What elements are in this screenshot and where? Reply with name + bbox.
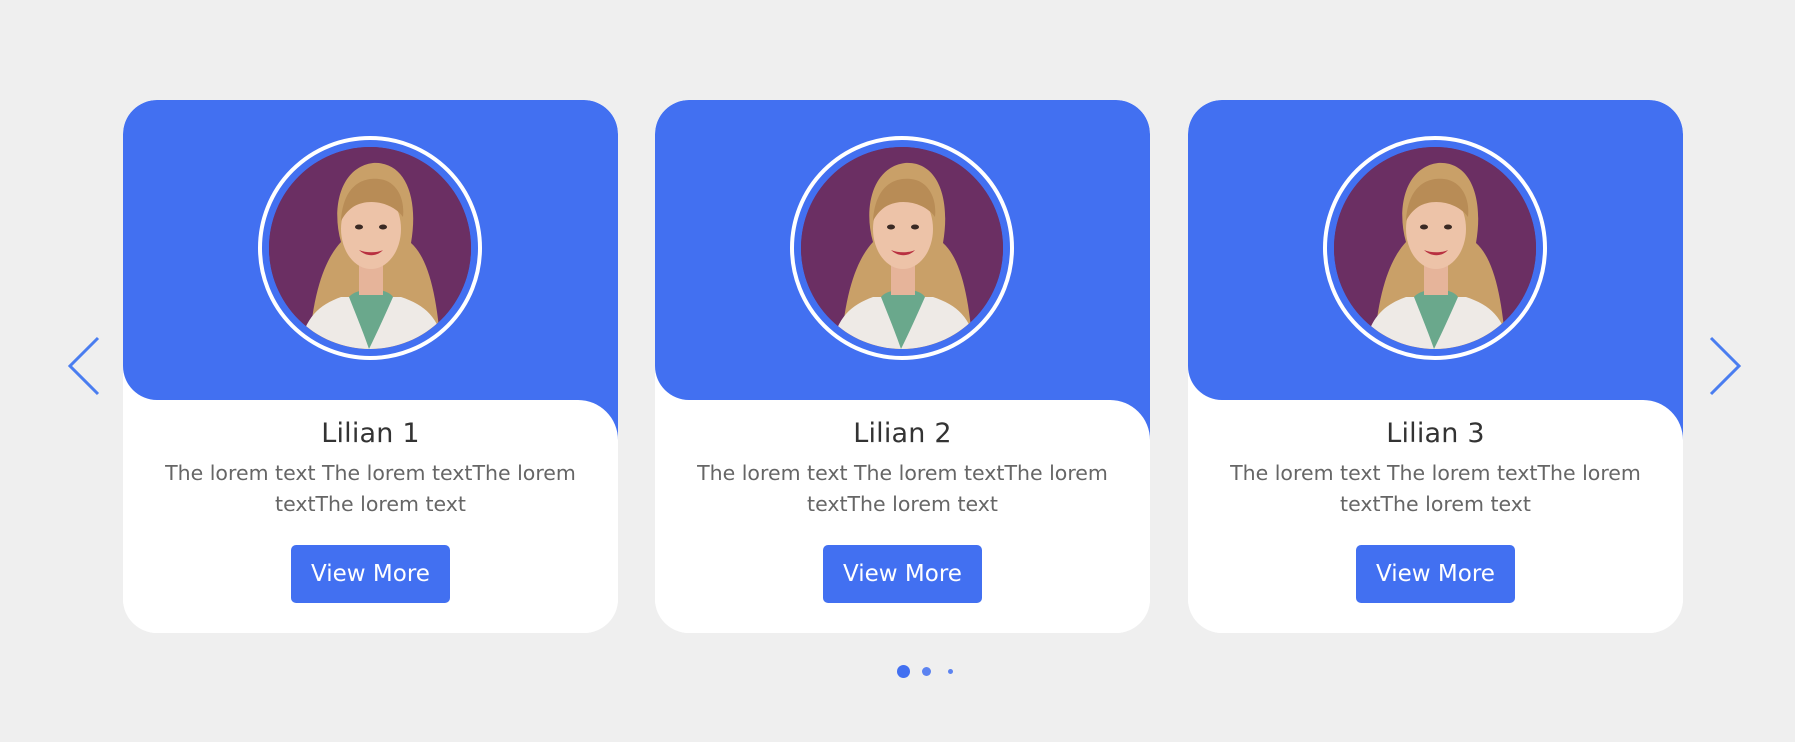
- profile-photo-icon: [269, 147, 471, 349]
- avatar-frame: [790, 136, 1014, 360]
- pagination: [0, 665, 1795, 679]
- card-header-band: [655, 100, 1150, 400]
- avatar: [1334, 147, 1536, 349]
- chevron-right-icon: [1709, 336, 1742, 396]
- avatar: [801, 147, 1003, 349]
- view-more-button[interactable]: View More: [1356, 545, 1515, 603]
- profile-photo-icon: [1334, 147, 1536, 349]
- pagination-dot-2[interactable]: [922, 667, 931, 676]
- card-name: Lilian 1: [321, 418, 420, 449]
- prev-button[interactable]: [66, 334, 106, 398]
- card-description: The lorem text The lorem textThe lorem t…: [165, 461, 576, 516]
- profile-photo-icon: [801, 147, 1003, 349]
- avatar-frame: [1323, 136, 1547, 360]
- pagination-dot-1[interactable]: [897, 665, 910, 678]
- card-body: Lilian 2 The lorem text The lorem textTh…: [655, 400, 1150, 603]
- card-name: Lilian 2: [853, 418, 952, 449]
- card-body: Lilian 3 The lorem text The lorem textTh…: [1188, 400, 1683, 603]
- avatar-frame: [258, 136, 482, 360]
- next-button[interactable]: [1703, 334, 1743, 398]
- card-header-band: [1188, 100, 1683, 400]
- card-header-band: [123, 100, 618, 400]
- pagination-dot-3[interactable]: [948, 669, 953, 674]
- card-body: Lilian 1 The lorem text The lorem textTh…: [123, 400, 618, 603]
- view-more-button[interactable]: View More: [291, 545, 450, 603]
- card-description: The lorem text The lorem textThe lorem t…: [1230, 461, 1641, 516]
- profile-card: Lilian 1 The lorem text The lorem textTh…: [123, 100, 618, 633]
- profile-card: Lilian 3 The lorem text The lorem textTh…: [1188, 100, 1683, 633]
- avatar: [269, 147, 471, 349]
- view-more-button[interactable]: View More: [823, 545, 982, 603]
- card-name: Lilian 3: [1386, 418, 1485, 449]
- card-description: The lorem text The lorem textThe lorem t…: [697, 461, 1108, 516]
- slider-track: Lilian 1 The lorem text The lorem textTh…: [123, 100, 1683, 633]
- chevron-left-icon: [67, 336, 100, 396]
- profile-card: Lilian 2 The lorem text The lorem textTh…: [655, 100, 1150, 633]
